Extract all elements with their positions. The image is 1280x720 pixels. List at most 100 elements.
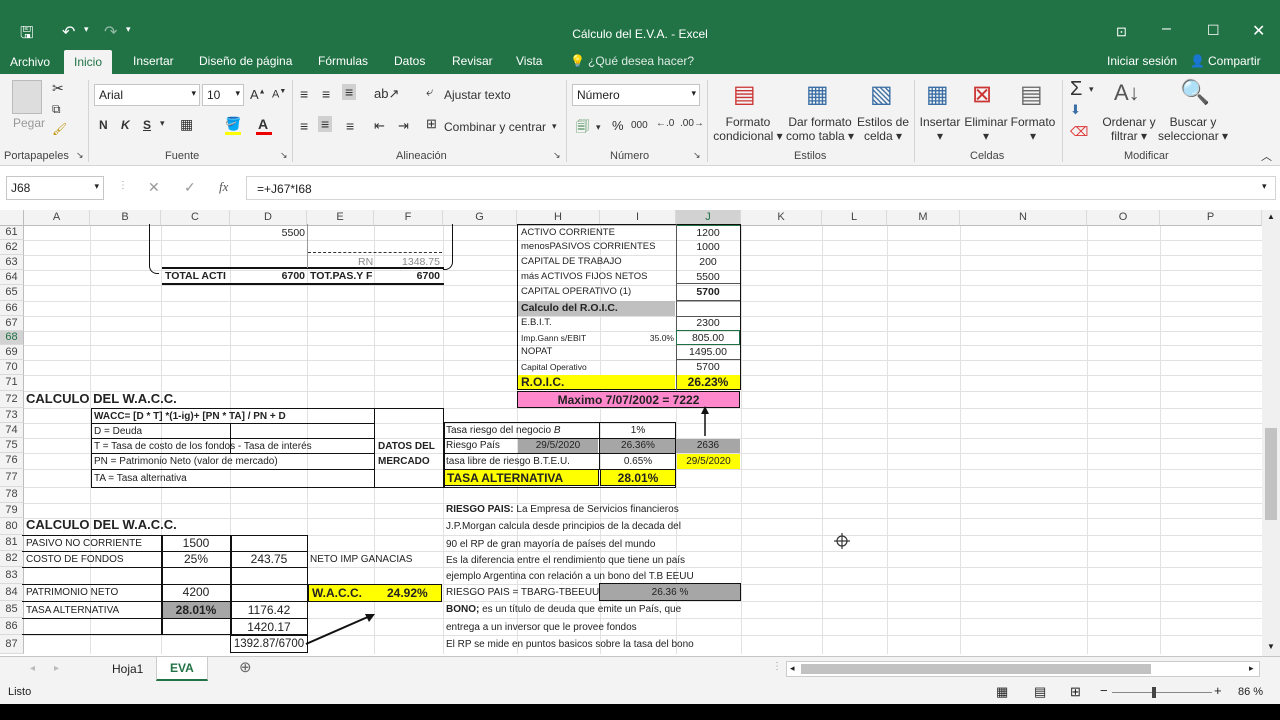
cell-h66[interactable]: Calculo del R.O.I.C. <box>521 301 618 315</box>
format-cells-icon[interactable]: ▤ <box>1020 80 1043 109</box>
cell-b74[interactable]: D = Deuda <box>94 425 142 439</box>
scroll-up-icon[interactable]: ▲ <box>1267 212 1275 221</box>
cell-total-acti-val[interactable]: 6700 <box>232 269 305 283</box>
borders-icon[interactable]: ▦ <box>180 116 193 133</box>
name-box[interactable]: J68 ▾ <box>6 176 104 200</box>
zoom-level[interactable]: 86 % <box>1238 686 1263 698</box>
cell-j69[interactable]: 1495.00 <box>676 345 740 359</box>
tell-me-search[interactable]: ¿Qué desea hacer? <box>588 54 694 68</box>
cell-b75[interactable]: T = Tasa de costo de los fondos - Tasa d… <box>94 440 312 454</box>
underline-dropdown-icon[interactable]: ▾ <box>160 118 165 129</box>
cell-h62[interactable]: menosPASIVOS CORRIENTES <box>521 240 655 254</box>
cell-i84[interactable]: 26.36 % <box>600 586 740 600</box>
table-format-button[interactable]: Dar formato como tabla ▾ <box>784 115 856 143</box>
cell-e84-value[interactable]: 24.92% <box>387 586 428 600</box>
vertical-scrollbar[interactable]: ▲ ▼ <box>1262 210 1280 656</box>
scroll-left-icon[interactable]: ◂ <box>790 663 795 674</box>
italic-button[interactable]: K <box>121 118 130 132</box>
cell-j64[interactable]: 5500 <box>676 270 740 284</box>
cell-i77[interactable]: 28.01% <box>600 471 676 485</box>
cell-h61[interactable]: ACTIVO CORRIENTE <box>521 226 615 240</box>
insert-cells-icon[interactable]: ▦ <box>926 80 949 109</box>
cell-j62[interactable]: 1000 <box>676 240 740 254</box>
wacc-title-1[interactable]: CALCULO DEL W.A.C.C. <box>26 392 177 406</box>
cell-maximo[interactable]: Maximo 7/07/2002 = 7222 <box>517 393 740 407</box>
align-left-icon[interactable]: ≡ <box>300 118 308 134</box>
cell-g81[interactable]: 90 el RP de gran mayoría de países del m… <box>446 538 655 552</box>
close-icon[interactable]: ✕ <box>1252 21 1265 41</box>
zoom-slider[interactable] <box>1112 692 1212 693</box>
cell-h65[interactable]: CAPITAL OPERATIVO (1) <box>521 285 631 299</box>
cell-styles-icon[interactable]: ▧ <box>870 80 893 109</box>
cell-i75[interactable]: 26.36% <box>600 439 676 453</box>
cell-e82[interactable]: NETO IMP GANACIAS <box>310 553 412 567</box>
cell-i68[interactable]: 35.0% <box>600 331 674 345</box>
tab-vista[interactable]: Vista <box>516 54 542 68</box>
wrap-text-icon[interactable]: ⤶ <box>426 84 433 100</box>
cell-d61[interactable]: 5500 <box>230 226 305 240</box>
horizontal-scrollbar[interactable]: ◂ ▸ <box>786 661 1260 677</box>
cell-h64[interactable]: más ACTIVOS FIJOS NETOS <box>521 270 648 284</box>
font-launcher-icon[interactable]: ↘ <box>280 150 288 161</box>
prev-sheet-icon[interactable]: ◂ <box>30 663 35 674</box>
cell-j70[interactable]: 5700 <box>676 360 740 374</box>
cell-g79[interactable]: RIESGO PAIS: La Empresa de Servicios fin… <box>446 503 679 517</box>
cell-j63[interactable]: 200 <box>676 255 740 269</box>
datos-del-label[interactable]: DATOS DEL <box>378 440 435 454</box>
autosum-dropdown-icon[interactable]: ▾ <box>1089 84 1094 95</box>
cell-g77[interactable]: TASA ALTERNATIVA <box>447 471 563 485</box>
tab-archivo[interactable]: Archivo <box>10 55 50 69</box>
page-layout-icon[interactable]: ▤ <box>1034 684 1046 700</box>
formula-input[interactable]: =+J67*I68 <box>246 176 1276 200</box>
orientation-icon[interactable]: ab↗ <box>374 86 399 102</box>
cancel-icon[interactable]: ✕ <box>148 179 160 196</box>
share-button[interactable]: Compartir <box>1208 54 1261 68</box>
cell-g84[interactable]: RIESGO PAIS = TBARG-TBEEUU <box>446 586 599 600</box>
cell-styles-button[interactable]: Estilos de celda ▾ <box>856 115 910 143</box>
zoom-out-icon[interactable]: − <box>1100 683 1108 698</box>
cell-h68[interactable]: Imp.Gann s/EBIT <box>521 331 586 345</box>
cell-g82[interactable]: Es la diferencia entre el rendimiento qu… <box>446 554 685 568</box>
cell-j61[interactable]: 1200 <box>676 226 740 240</box>
minimize-icon[interactable]: – <box>1162 20 1171 38</box>
worksheet-grid[interactable]: ABCDEFGHIJKLMNOP 61 62 63 64 65 66 67 68 69 70 71 7… <box>0 210 1262 654</box>
table-format-icon[interactable]: ▦ <box>806 80 829 109</box>
cell-j68-selected[interactable]: 805.00 <box>676 331 740 345</box>
cell-b76[interactable]: PN = Patrimonio Neto (valor de mercado) <box>94 455 278 469</box>
zoom-slider-thumb[interactable] <box>1152 687 1156 698</box>
formula-expand-icon[interactable]: ▾ <box>1262 181 1267 192</box>
cell-g76[interactable]: tasa libre de riesgo B.T.E.U. <box>446 455 570 469</box>
signin-link[interactable]: Iniciar sesión <box>1107 54 1177 68</box>
alignment-launcher-icon[interactable]: ↘ <box>553 150 561 161</box>
tab-formulas[interactable]: Fórmulas <box>318 54 368 68</box>
number-launcher-icon[interactable]: ↘ <box>693 150 701 161</box>
format-cells-button[interactable]: Formato ▾ <box>1008 115 1058 143</box>
tab-diseno[interactable]: Diseño de página <box>199 54 292 68</box>
sheet-tab-hoja1[interactable]: Hoja1 <box>112 662 143 676</box>
shrink-font-icon[interactable]: A▼ <box>272 88 286 101</box>
wacc-title-2[interactable]: CALCULO DEL W.A.C.C. <box>26 518 177 532</box>
conditional-format-icon[interactable]: ▤ <box>733 80 756 109</box>
collapse-ribbon-icon[interactable]: ︿ <box>1261 148 1272 164</box>
accounting-format-icon[interactable]: 🗐 <box>576 118 589 140</box>
cell-c84[interactable]: 4200 <box>162 585 230 599</box>
merge-icon[interactable]: ⊞ <box>426 116 437 132</box>
cell-b73[interactable]: WACC= [D * T] *(1-ig)+ [PN * TA] / PN + … <box>94 410 286 424</box>
bold-button[interactable]: N <box>99 118 108 132</box>
format-painter-icon[interactable]: 🖌 <box>52 122 67 136</box>
cell-h70[interactable]: Capital Operativo <box>521 360 587 374</box>
cell-h69[interactable]: NOPAT <box>521 345 552 359</box>
tab-revisar[interactable]: Revisar <box>452 54 493 68</box>
cell-h67[interactable]: E.B.I.T. <box>521 316 552 330</box>
tab-insertar[interactable]: Insertar <box>133 54 174 68</box>
autosum-icon[interactable]: Σ <box>1070 78 1082 101</box>
maximize-icon[interactable]: ☐ <box>1207 22 1220 39</box>
cell-tot-pas[interactable]: TOT.PAS.Y F <box>310 269 372 283</box>
cell-g80[interactable]: J.P.Morgan calcula desde principios de l… <box>446 520 681 534</box>
find-select-icon[interactable]: 🔍 <box>1180 78 1210 107</box>
cell-g85[interactable]: BONO; es un título de deuda que emite un… <box>446 603 681 617</box>
tab-inicio[interactable]: Inicio <box>64 50 113 74</box>
cell-d86[interactable]: 1420.17 <box>231 620 307 634</box>
insert-cells-button[interactable]: Insertar ▾ <box>916 115 964 143</box>
mercado-label[interactable]: MERCADO <box>378 455 430 469</box>
